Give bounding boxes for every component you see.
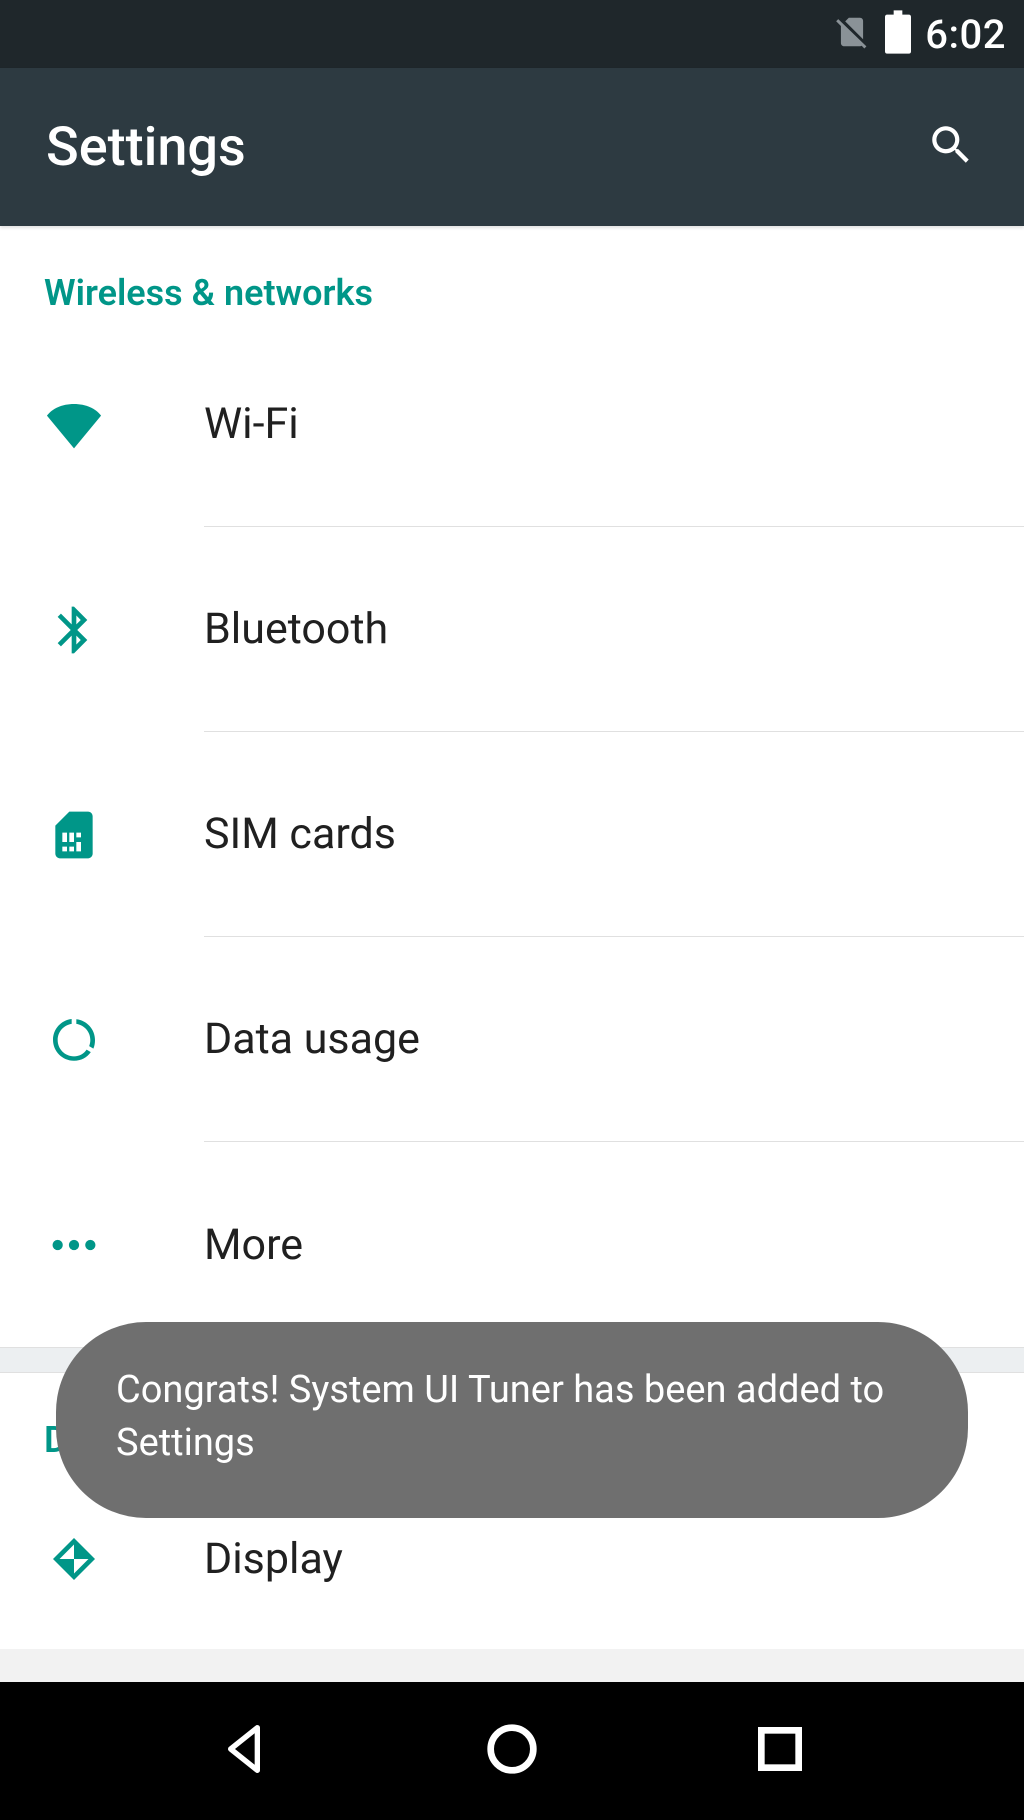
row-label: SIM cards — [204, 732, 1024, 937]
toast-text: Congrats! System UI Tuner has been added… — [116, 1368, 884, 1465]
row-label: More — [204, 1142, 1024, 1347]
search-button[interactable] — [926, 120, 976, 174]
status-bar: 6:02 — [0, 0, 1024, 68]
data-usage-icon — [46, 1012, 204, 1068]
display-icon — [46, 1531, 204, 1587]
row-data-usage[interactable]: Data usage — [0, 937, 1024, 1142]
sim-icon — [46, 807, 204, 863]
search-icon — [926, 120, 976, 170]
recents-icon — [748, 1717, 812, 1781]
row-sim[interactable]: SIM cards — [0, 732, 1024, 937]
row-label: Data usage — [204, 937, 1024, 1142]
app-bar: Settings — [0, 68, 1024, 226]
page-title: Settings — [46, 116, 246, 179]
screen-inner: 6:02 Settings Wireless & networks — [0, 0, 1024, 1820]
row-label: Wi-Fi — [204, 322, 1024, 527]
wifi-icon — [46, 397, 204, 453]
row-wifi[interactable]: Wi-Fi — [0, 322, 1024, 527]
section-wireless: Wireless & networks Wi-Fi Bluetooth — [0, 226, 1024, 1347]
row-bluetooth[interactable]: Bluetooth — [0, 527, 1024, 732]
row-label: Bluetooth — [204, 527, 1024, 732]
toast: Congrats! System UI Tuner has been added… — [56, 1322, 968, 1518]
status-time: 6:02 — [925, 11, 1006, 58]
more-icon — [46, 1217, 204, 1273]
navigation-bar — [0, 1682, 1024, 1820]
section-header-wireless: Wireless & networks — [0, 226, 1024, 322]
row-more[interactable]: More — [0, 1142, 1024, 1347]
no-sim-icon — [833, 13, 871, 55]
back-icon — [212, 1717, 276, 1781]
home-button[interactable] — [480, 1717, 544, 1785]
back-button[interactable] — [212, 1717, 276, 1785]
device-screen: 6:02 Settings Wireless & networks — [0, 0, 1024, 1820]
recents-button[interactable] — [748, 1717, 812, 1785]
home-icon — [480, 1717, 544, 1781]
battery-icon — [885, 10, 911, 58]
status-icons: 6:02 — [833, 10, 1006, 58]
bluetooth-icon — [46, 602, 204, 658]
